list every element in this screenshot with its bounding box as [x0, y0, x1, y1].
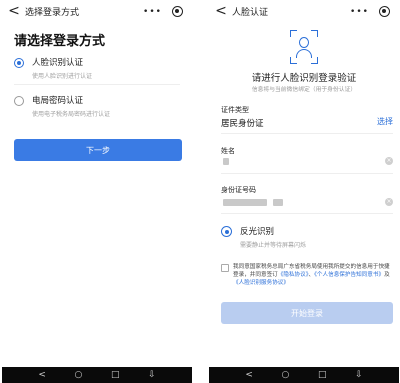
system-nav-bar: < ○ □ ⇩ — [2, 367, 192, 383]
nav-recent-icon[interactable]: □ — [318, 367, 327, 383]
privacy-agreement-link[interactable]: 《隐私协议》 — [278, 272, 309, 278]
next-button[interactable]: 下一步 — [14, 139, 182, 161]
nav-back-icon[interactable]: < — [38, 367, 46, 383]
verify-heading: 请进行人脸识别登录验证 — [251, 73, 357, 84]
personal-info-consent-link[interactable]: 《个人信息保护告知同意书》 — [314, 272, 384, 278]
back-arrow-icon[interactable]: < — [7, 3, 21, 19]
close-target-icon[interactable] — [378, 6, 390, 17]
nav-recent-icon[interactable]: □ — [111, 367, 120, 383]
close-target-icon[interactable] — [171, 6, 183, 17]
clear-icon[interactable]: × — [385, 198, 393, 206]
agreement-and: 及 — [384, 272, 390, 278]
verify-subheading: 信息将与当前微信绑定（用于身份认证） — [251, 87, 357, 93]
more-icon[interactable]: ••• — [350, 7, 369, 17]
select-id-type-link[interactable]: 选择 — [377, 116, 393, 127]
divider — [14, 84, 180, 85]
id-type-label: 证件类型 — [221, 106, 249, 114]
agreement-checkbox[interactable] — [221, 264, 229, 272]
nav-download-icon[interactable]: ⇩ — [355, 367, 363, 383]
system-nav-bar: < ○ □ ⇩ — [209, 367, 399, 383]
nav-home-icon[interactable]: ○ — [74, 367, 82, 383]
divider — [221, 173, 393, 174]
face-service-agreement-link[interactable]: 《人脸识别服务协议》 — [233, 280, 289, 286]
section-heading: 请选择登录方式 — [14, 34, 106, 49]
face-scan-icon — [290, 30, 318, 64]
radio-unselected-icon[interactable] — [14, 96, 24, 106]
header-bar: < 选择登录方式 ••• — [2, 0, 192, 22]
option-description: 使用人脸识别进行认证 — [32, 73, 93, 80]
id-type-value: 居民身份证 — [221, 119, 264, 129]
radio-selected-icon[interactable] — [14, 58, 24, 68]
option-face-recognition[interactable]: 人脸识别认证 使用人脸识别进行认证 — [14, 56, 92, 80]
radio-selected-icon[interactable] — [221, 226, 232, 237]
face-auth-screen: < 人脸认证 ••• 请进行人脸识别登录验证 信息将与当前微信绑定（用于身份认证… — [209, 0, 399, 383]
option-label: 人脸识别认证 — [32, 58, 84, 68]
id-number-mask-segment — [273, 199, 283, 206]
name-label: 姓名 — [221, 147, 235, 155]
id-number-label: 身份证号码 — [221, 186, 256, 194]
login-method-screen: < 选择登录方式 ••• 请选择登录方式 人脸识别认证 使用人脸识别进行认证 电… — [2, 0, 192, 383]
option-label: 电局密码认证 — [32, 96, 84, 106]
divider — [221, 133, 393, 134]
more-icon[interactable]: ••• — [143, 7, 162, 17]
divider — [221, 213, 393, 214]
start-login-button[interactable]: 开始登录 — [221, 302, 393, 324]
option-password[interactable]: 电局密码认证 使用电子税务局密码进行认证 — [14, 94, 110, 118]
header-bar: < 人脸认证 ••• — [209, 0, 399, 22]
option-description: 需要静止并等待屏幕闪烁 — [240, 242, 307, 249]
back-arrow-icon[interactable]: < — [214, 3, 228, 19]
agreement-row: 我同意国家税务总局广东省税务局使用我所提交的信息用于快捷登录，并同意签订《隐私协… — [221, 263, 391, 287]
option-description: 使用电子税务局密码进行认证 — [32, 111, 111, 118]
option-reflection-recognition[interactable]: 反光识别 需要静止并等待屏幕闪烁 — [221, 225, 306, 249]
name-input-masked[interactable] — [223, 158, 229, 165]
nav-back-icon[interactable]: < — [245, 367, 253, 383]
miniapp-capsule: ••• — [345, 4, 395, 19]
agreement-text: 我同意国家税务总局广东省税务局使用我所提交的信息用于快捷登录，并同意签订《隐私协… — [233, 263, 391, 287]
miniapp-capsule: ••• — [138, 4, 188, 19]
nav-download-icon[interactable]: ⇩ — [148, 367, 156, 383]
option-label: 反光识别 — [240, 227, 275, 237]
id-number-input-masked[interactable] — [223, 199, 267, 206]
nav-home-icon[interactable]: ○ — [281, 367, 289, 383]
clear-icon[interactable]: × — [385, 157, 393, 165]
page-title: 选择登录方式 — [25, 7, 80, 18]
page-title: 人脸认证 — [232, 7, 269, 18]
